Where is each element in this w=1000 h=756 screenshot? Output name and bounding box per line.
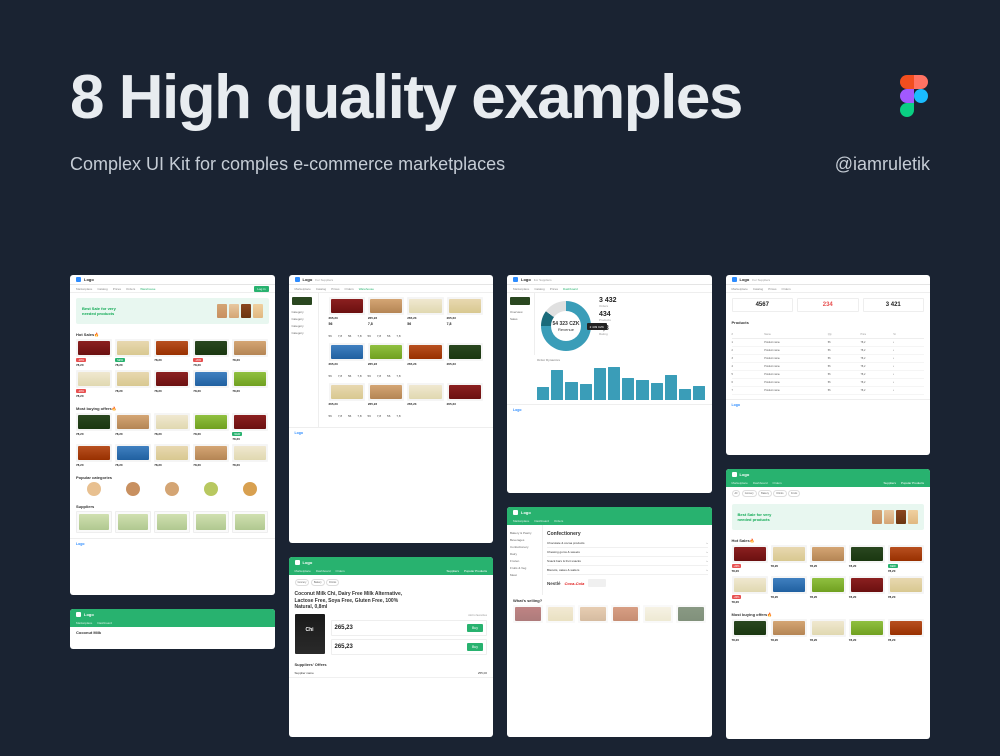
figma-logo-icon [900, 75, 928, 117]
metric-value: 234 [801, 302, 855, 308]
chart-title: Order Dynamics [507, 355, 712, 364]
nav-item: Prices [768, 287, 776, 291]
logo-icon [76, 612, 81, 617]
nav-item: Marketplace [513, 287, 529, 291]
hero-text: Best Sale for very needed products [738, 512, 783, 522]
section-title: What's selling? [507, 595, 712, 605]
metric-value: 4567 [736, 302, 790, 308]
buy-button: Buy [467, 643, 483, 651]
logo-text: Logo [84, 612, 94, 617]
section-title: Hot Sales🔥 [70, 329, 275, 339]
nav-item: Marketplace [732, 287, 748, 291]
footer-logo: Logo [732, 403, 741, 407]
examples-gallery: Logo Marketplace Catalog Prices Orders W… [70, 275, 930, 756]
section-title: Most buying offers🔥 [726, 609, 931, 619]
footer-logo: Logo [76, 542, 85, 546]
logo-text: Logo [740, 472, 750, 477]
price: 265,23 [335, 644, 353, 650]
section-title: Popular categories [70, 472, 275, 482]
nav-item: Prices [550, 287, 558, 291]
logo-text: Logo [740, 277, 750, 282]
logo-icon [513, 277, 518, 282]
product-title: Coconut Milk Chi, Dairy Free Milk Altern… [289, 588, 409, 614]
cta-button: Log in [254, 286, 268, 292]
logo-icon [513, 510, 518, 515]
hero-banner: Best Sale for very needed products [76, 298, 269, 324]
buy-button: Buy [467, 624, 483, 632]
nav-item: Prices [331, 287, 339, 291]
stat-value: 434 [599, 311, 706, 318]
section-title: Suppliers [70, 501, 275, 511]
nav-item: Warehouse [140, 287, 155, 291]
metric-value: 3 421 [867, 302, 921, 308]
nav-item: Dashboard [97, 621, 112, 625]
nav-item: Dashboard [316, 569, 331, 573]
logo-text: Logo [84, 277, 94, 282]
logo-text: Logo [303, 560, 313, 565]
nav-item: Catalog [316, 287, 326, 291]
nav-item: Catalog [97, 287, 107, 291]
logo-icon [295, 277, 300, 282]
footer-logo: Logo [513, 408, 522, 412]
hero-text: Best Sale for very needed products [82, 306, 127, 316]
nav-item: Prices [113, 287, 121, 291]
example-card-admin-table[interactable]: Logo For Suppliers Marketplace Catalog P… [726, 275, 931, 455]
logo-icon [732, 472, 737, 477]
nav-item: Dashboard [534, 519, 549, 523]
nav-item: Marketplace [295, 287, 311, 291]
nav-item: Orders [773, 481, 782, 485]
section-title: Suppliers' Offers [289, 659, 494, 669]
nav-item: Orders [126, 287, 135, 291]
logo-text: Logo [303, 277, 313, 282]
logo-text: Logo [521, 277, 531, 282]
stat-value: 6,8 [599, 325, 706, 332]
nav-item: Marketplace [513, 519, 529, 523]
nav-item: Catalog [534, 287, 544, 291]
section-title: Hot Sales🔥 [726, 535, 931, 545]
nav-item: Dashboard [563, 287, 578, 291]
nav-item: Orders [782, 287, 791, 291]
example-card-green-header[interactable]: Logo Marketplace Dashboard Coconut Milk [70, 609, 275, 649]
section-title: Most buying offers🔥 [70, 403, 275, 413]
logo-icon [295, 560, 300, 565]
example-card-homepage-green[interactable]: Logo Marketplace Dashboard Orders Suppli… [726, 469, 931, 739]
section-title: Products [726, 317, 931, 327]
example-card-homepage[interactable]: Logo Marketplace Catalog Prices Orders W… [70, 275, 275, 595]
nav-item: Marketplace [76, 621, 92, 625]
page-title: 8 High quality examples [70, 65, 930, 132]
stat-value: 3 432 [599, 297, 706, 304]
footer-logo: Logo [295, 431, 304, 435]
product-image [295, 614, 325, 654]
example-card-product-grid[interactable]: Logo For Suppliers Marketplace Catalog P… [289, 275, 494, 543]
example-card-dashboard[interactable]: Logo For Suppliers Marketplace Catalog P… [507, 275, 712, 493]
nav-item: Orders [345, 287, 354, 291]
author-handle[interactable]: @iamruletik [835, 154, 930, 175]
hero-banner: Best Sale for very needed products [732, 504, 925, 530]
nav-item: Orders [554, 519, 563, 523]
section-title: Coconut Milk [70, 627, 275, 637]
bar-chart [507, 364, 712, 404]
logo-icon [732, 277, 737, 282]
nav-item: Marketplace [76, 287, 92, 291]
example-card-product-detail[interactable]: Logo Marketplace Dashboard Orders Suppli… [289, 557, 494, 737]
nav-item: Dashboard [753, 481, 768, 485]
donut-chart: 54 323 CZKRevenue 2 449 CZK [541, 301, 591, 351]
nav-item: Marketplace [295, 569, 311, 573]
price: 265,23 [335, 625, 353, 631]
logo-text: Logo [521, 510, 531, 515]
products-table: #NameQtyPriceSt 1Product name5678,2• 2Pr… [726, 327, 931, 399]
nav-item: Marketplace [732, 481, 748, 485]
logo-icon [76, 277, 81, 282]
nav-item: Warehouse [359, 287, 374, 291]
nav-item: Orders [336, 569, 345, 573]
page-subtitle: Complex UI Kit for comples e-commerce ma… [70, 154, 505, 175]
list-title: Confectionery [547, 529, 708, 539]
example-card-catalog[interactable]: Logo Marketplace Dashboard Orders Bakery… [507, 507, 712, 737]
nav-item: Catalog [753, 287, 763, 291]
